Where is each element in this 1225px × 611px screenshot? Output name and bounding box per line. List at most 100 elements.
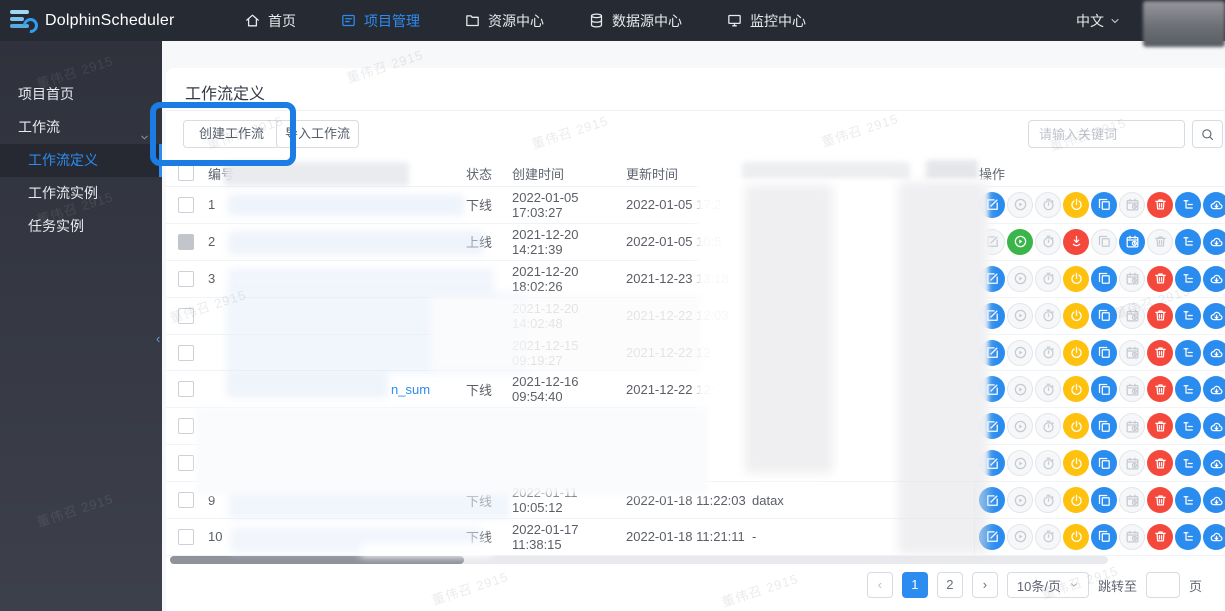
action-export-button[interactable] bbox=[1203, 450, 1225, 476]
action-copy-button[interactable] bbox=[1091, 303, 1117, 329]
action-delete-button[interactable] bbox=[1147, 376, 1173, 402]
action-copy-button[interactable] bbox=[1091, 266, 1117, 292]
scrollbar-thumb[interactable] bbox=[170, 556, 464, 564]
status-cell: 下线 bbox=[466, 380, 512, 399]
sidebar-item-workflow-definition[interactable]: 工作流定义 bbox=[0, 144, 162, 177]
action-delete-button[interactable] bbox=[1147, 192, 1173, 218]
search-input[interactable] bbox=[1028, 120, 1185, 148]
sidebar-item-workflow[interactable]: 工作流 bbox=[0, 111, 162, 144]
action-tree-view-button[interactable] bbox=[1175, 229, 1201, 255]
row-checkbox[interactable] bbox=[178, 529, 194, 545]
action-copy-button[interactable] bbox=[1091, 524, 1117, 550]
nav-item-datasource-center[interactable]: 数据源中心 bbox=[566, 0, 704, 41]
action-copy-button[interactable] bbox=[1091, 376, 1117, 402]
nav-item-label: 项目管理 bbox=[364, 11, 420, 31]
action-delete-button[interactable] bbox=[1147, 487, 1173, 513]
action-edit-button[interactable] bbox=[979, 340, 1005, 366]
action-copy-button[interactable] bbox=[1091, 340, 1117, 366]
action-copy-button[interactable] bbox=[1091, 413, 1117, 439]
row-checkbox[interactable] bbox=[178, 455, 194, 471]
action-online-button[interactable] bbox=[1063, 340, 1089, 366]
action-copy-button[interactable] bbox=[1091, 450, 1117, 476]
action-export-button[interactable] bbox=[1203, 340, 1225, 366]
sidebar-collapse-handle[interactable]: ‹ bbox=[156, 332, 160, 346]
nav-item-home[interactable]: 首页 bbox=[222, 0, 318, 41]
action-edit-button[interactable] bbox=[979, 376, 1005, 402]
action-export-button[interactable] bbox=[1203, 266, 1225, 292]
sidebar-item-workflow-instance[interactable]: 工作流实例 bbox=[0, 177, 162, 210]
action-export-button[interactable] bbox=[1203, 229, 1225, 255]
action-copy-button[interactable] bbox=[1091, 192, 1117, 218]
action-edit-button[interactable] bbox=[979, 303, 1005, 329]
import-workflow-button[interactable]: 导入工作流 bbox=[276, 120, 359, 148]
action-offline-button[interactable] bbox=[1063, 229, 1089, 255]
copy-icon bbox=[1097, 308, 1112, 323]
action-export-button[interactable] bbox=[1203, 376, 1225, 402]
action-tree-view-button[interactable] bbox=[1175, 487, 1201, 513]
row-checkbox[interactable] bbox=[178, 418, 194, 434]
nav-item-project-management[interactable]: 项目管理 bbox=[318, 0, 442, 41]
action-tree-view-button[interactable] bbox=[1175, 413, 1201, 439]
action-delete-button[interactable] bbox=[1147, 413, 1173, 439]
action-timing-button bbox=[1035, 266, 1061, 292]
action-delete-button[interactable] bbox=[1147, 340, 1173, 366]
prev-page-button[interactable]: ‹ bbox=[867, 572, 893, 598]
next-page-button[interactable]: › bbox=[972, 572, 998, 598]
action-online-button[interactable] bbox=[1063, 413, 1089, 439]
page-button-2[interactable]: 2 bbox=[937, 572, 963, 598]
action-tree-view-button[interactable] bbox=[1175, 266, 1201, 292]
page-size-select[interactable]: 10条/页 bbox=[1007, 572, 1089, 598]
action-edit-button[interactable] bbox=[979, 487, 1005, 513]
action-online-button[interactable] bbox=[1063, 450, 1089, 476]
sidebar-item-task-instance[interactable]: 任务实例 bbox=[0, 210, 162, 243]
action-online-button[interactable] bbox=[1063, 303, 1089, 329]
row-checkbox[interactable] bbox=[178, 234, 194, 250]
action-delete-button[interactable] bbox=[1147, 450, 1173, 476]
row-checkbox[interactable] bbox=[178, 197, 194, 213]
select-all-checkbox[interactable] bbox=[178, 165, 194, 181]
action-export-button[interactable] bbox=[1203, 303, 1225, 329]
action-export-button[interactable] bbox=[1203, 192, 1225, 218]
action-online-button[interactable] bbox=[1063, 266, 1089, 292]
row-checkbox[interactable] bbox=[178, 345, 194, 361]
action-export-button[interactable] bbox=[1203, 487, 1225, 513]
action-edit-button[interactable] bbox=[979, 413, 1005, 439]
row-checkbox[interactable] bbox=[178, 492, 194, 508]
sidebar-item-project-home[interactable]: 项目首页 bbox=[0, 78, 162, 111]
jump-to-page-input[interactable] bbox=[1146, 572, 1180, 598]
offline-icon bbox=[1069, 234, 1084, 249]
action-cron-manage-button[interactable] bbox=[1119, 229, 1145, 255]
action-edit-button[interactable] bbox=[979, 192, 1005, 218]
action-edit-button[interactable] bbox=[979, 524, 1005, 550]
action-delete-button[interactable] bbox=[1147, 524, 1173, 550]
workflow-name-link[interactable]: n_sum bbox=[391, 382, 430, 397]
action-edit-button[interactable] bbox=[979, 266, 1005, 292]
action-edit-button[interactable] bbox=[979, 450, 1005, 476]
action-online-button[interactable] bbox=[1063, 524, 1089, 550]
action-export-button[interactable] bbox=[1203, 413, 1225, 439]
action-run-button[interactable] bbox=[1007, 229, 1033, 255]
row-checkbox[interactable] bbox=[178, 381, 194, 397]
horizontal-scrollbar[interactable] bbox=[170, 556, 1108, 564]
action-delete-button[interactable] bbox=[1147, 266, 1173, 292]
action-online-button[interactable] bbox=[1063, 376, 1089, 402]
row-checkbox[interactable] bbox=[178, 308, 194, 324]
page-button-1[interactable]: 1 bbox=[902, 572, 928, 598]
action-export-button[interactable] bbox=[1203, 524, 1225, 550]
search-button[interactable] bbox=[1192, 120, 1223, 148]
nav-item-monitor-center[interactable]: 监控中心 bbox=[704, 0, 828, 41]
action-online-button[interactable] bbox=[1063, 192, 1089, 218]
action-tree-view-button[interactable] bbox=[1175, 192, 1201, 218]
create-workflow-button[interactable]: 创建工作流 bbox=[183, 120, 280, 148]
action-tree-view-button[interactable] bbox=[1175, 376, 1201, 402]
action-online-button[interactable] bbox=[1063, 487, 1089, 513]
action-tree-view-button[interactable] bbox=[1175, 524, 1201, 550]
language-selector[interactable]: 中文 bbox=[1076, 0, 1121, 41]
nav-item-resource-center[interactable]: 资源中心 bbox=[442, 0, 566, 41]
action-copy-button[interactable] bbox=[1091, 487, 1117, 513]
action-tree-view-button[interactable] bbox=[1175, 303, 1201, 329]
action-tree-view-button[interactable] bbox=[1175, 340, 1201, 366]
action-tree-view-button[interactable] bbox=[1175, 450, 1201, 476]
row-checkbox[interactable] bbox=[178, 271, 194, 287]
action-delete-button[interactable] bbox=[1147, 303, 1173, 329]
